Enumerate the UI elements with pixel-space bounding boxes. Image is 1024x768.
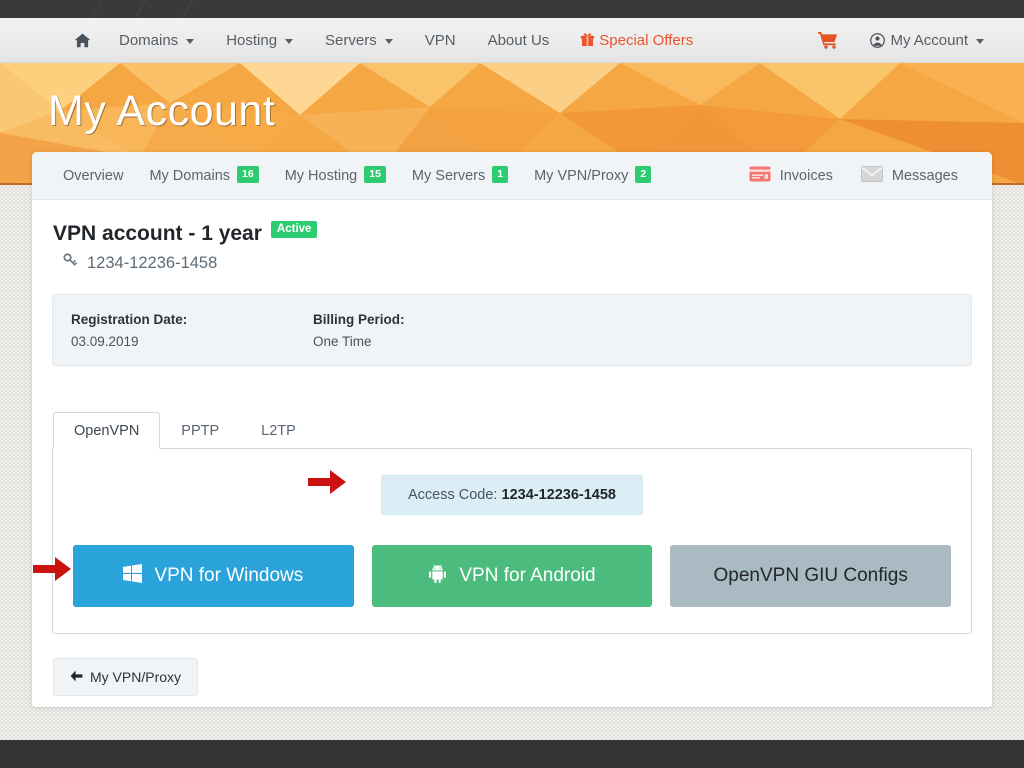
nav-label-vpn: VPN — [424, 31, 456, 49]
registration-date-label: Registration Date: — [71, 311, 188, 327]
account-tabs-right-group: Invoices Messages — [735, 165, 972, 186]
chevron-down-icon — [186, 38, 195, 44]
chevron-down-icon — [285, 38, 294, 44]
arrow-left-icon — [70, 669, 83, 685]
nav-label-domains: Domains — [119, 31, 179, 49]
tab-my-domains[interactable]: My Domains 16 — [136, 152, 271, 200]
windows-logo-icon — [123, 563, 143, 589]
access-code-box: Access Code: 1234-12236-1458 — [381, 475, 643, 515]
protocol-tab-openvpn[interactable]: OpenVPN — [53, 412, 161, 449]
protocol-tabs-bar: OpenVPN PPTP L2TP — [52, 412, 972, 449]
chevron-down-icon — [976, 38, 984, 44]
main-navbar: Domains Hosting Servers VPN About Us Spe… — [0, 18, 1024, 63]
page-title: My Account — [48, 87, 276, 135]
android-logo-icon — [428, 564, 447, 589]
nav-label-my-account: My Account — [890, 31, 968, 49]
vpn-for-windows-label: VPN for Windows — [154, 565, 304, 586]
nav-label-hosting: Hosting — [226, 31, 278, 49]
nav-item-domains[interactable]: Domains — [103, 18, 210, 63]
openvpn-gui-configs-label: OpenVPN GIU Configs — [713, 565, 908, 586]
registration-date-value: 03.09.2019 — [71, 333, 139, 349]
tab-label-my-hosting: My Hosting — [284, 167, 358, 184]
user-circle-icon — [870, 32, 886, 48]
credit-card-icon — [749, 166, 771, 186]
browser-chrome-top — [0, 0, 1024, 18]
chevron-down-icon — [384, 38, 393, 44]
nav-label-about-us: About Us — [487, 31, 550, 49]
access-code-label: Access Code: — [408, 487, 498, 503]
back-button-label: My VPN/Proxy — [90, 669, 182, 685]
account-content-card: Overview My Domains 16 My Hosting 15 My … — [32, 152, 992, 707]
protocol-tab-label-pptp: PPTP — [181, 423, 220, 439]
nav-home-button[interactable] — [62, 18, 103, 63]
badge-my-vpn-proxy: 2 — [635, 165, 652, 184]
service-id: 1234-12236-1458 — [87, 253, 218, 272]
protocol-section: OpenVPN PPTP L2TP Access Code: 1234-1223… — [52, 412, 972, 634]
status-badge: Active — [270, 220, 318, 238]
back-to-my-vpn-proxy-button[interactable]: My VPN/Proxy — [53, 658, 199, 696]
protocol-tab-l2tp[interactable]: L2TP — [240, 412, 317, 449]
service-id-row: 1234-12236-1458 — [52, 252, 972, 274]
tab-my-servers[interactable]: My Servers 1 — [399, 152, 521, 200]
protocol-tab-label-openvpn: OpenVPN — [74, 423, 140, 439]
tab-label-overview: Overview — [63, 167, 124, 184]
billing-period-column: Billing Period: One Time — [313, 312, 555, 349]
protocol-tab-panel: Access Code: 1234-12236-1458 VPN for Win… — [52, 448, 972, 634]
account-tabs-bar: Overview My Domains 16 My Hosting 15 My … — [32, 152, 992, 200]
tab-label-my-servers: My Servers — [411, 167, 486, 184]
vpn-for-android-button[interactable]: VPN for Android — [371, 545, 653, 607]
access-code-arrow — [308, 467, 348, 497]
badge-my-servers: 1 — [492, 165, 509, 184]
service-title-row: VPN account - 1 year Active — [52, 220, 972, 246]
nav-cart-button[interactable] — [802, 18, 854, 63]
protocol-tab-pptp[interactable]: PPTP — [160, 412, 240, 449]
browser-chrome-bottom — [0, 740, 1024, 768]
nav-item-vpn[interactable]: VPN — [409, 18, 472, 63]
home-icon — [74, 33, 91, 48]
tab-my-vpn-proxy[interactable]: My VPN/Proxy 2 — [521, 152, 664, 200]
envelope-icon — [860, 165, 883, 186]
vpn-for-windows-button[interactable]: VPN for Windows — [73, 545, 354, 607]
badge-my-domains: 16 — [237, 165, 259, 184]
billing-period-value: One Time — [313, 333, 372, 349]
tab-label-my-domains: My Domains — [149, 167, 231, 184]
protocol-tab-label-l2tp: L2TP — [261, 423, 296, 439]
tab-label-my-vpn-proxy: My VPN/Proxy — [534, 167, 629, 184]
messages-link[interactable]: Messages — [847, 165, 972, 186]
access-code-row: Access Code: 1234-12236-1458 — [73, 475, 951, 515]
messages-label: Messages — [891, 167, 958, 184]
nav-label-special-offers: Special Offers — [599, 31, 694, 49]
invoices-link[interactable]: Invoices — [735, 166, 847, 186]
nav-item-special-offers[interactable]: Special Offers — [565, 18, 709, 63]
navbar-right-group: My Account — [802, 18, 1024, 63]
nav-label-servers: Servers — [325, 31, 377, 49]
invoices-label: Invoices — [779, 167, 833, 184]
nav-item-my-account[interactable]: My Account — [854, 18, 1000, 63]
billing-period-label: Billing Period: — [313, 311, 405, 327]
service-title: VPN account - 1 year — [53, 222, 262, 245]
tab-overview[interactable]: Overview — [50, 152, 136, 200]
nav-item-about-us[interactable]: About Us — [472, 18, 566, 63]
key-icon — [62, 252, 79, 274]
shopping-cart-icon — [818, 31, 838, 49]
gift-icon — [581, 33, 595, 47]
access-code-value: 1234-12236-1458 — [501, 487, 617, 503]
download-buttons-row: VPN for Windows VPN for Android OpenVPN … — [73, 545, 952, 607]
vpn-for-android-label: VPN for Android — [459, 565, 596, 586]
nav-item-servers[interactable]: Servers — [309, 18, 409, 63]
badge-my-hosting: 15 — [364, 165, 386, 184]
service-info-panel: Registration Date: 03.09.2019 Billing Pe… — [52, 294, 972, 366]
registration-date-column: Registration Date: 03.09.2019 — [71, 312, 313, 349]
windows-button-arrow — [33, 554, 73, 584]
tab-my-hosting[interactable]: My Hosting 15 — [272, 152, 399, 200]
nav-item-hosting[interactable]: Hosting — [210, 18, 309, 63]
card-body: VPN account - 1 year Active 1234-12236-1… — [32, 200, 992, 696]
openvpn-gui-configs-button[interactable]: OpenVPN GIU Configs — [670, 545, 952, 607]
